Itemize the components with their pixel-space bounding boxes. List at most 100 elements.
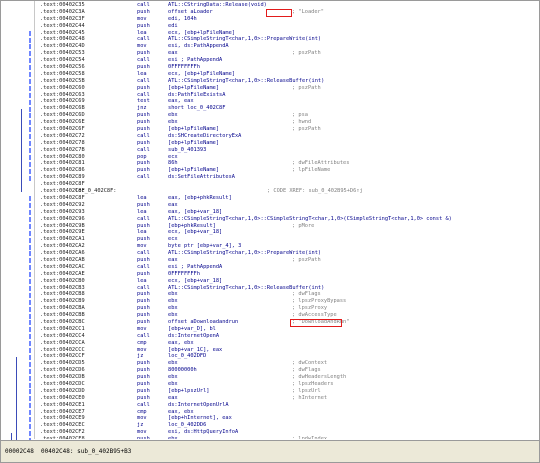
breakpoint-marker[interactable] bbox=[29, 51, 31, 57]
breakpoint-marker[interactable] bbox=[29, 237, 31, 243]
breakpoint-marker[interactable] bbox=[29, 30, 31, 36]
operands[interactable]: ebx bbox=[168, 381, 178, 388]
breakpoint-marker[interactable] bbox=[29, 127, 31, 133]
listing-row[interactable]: .text:00402C56 push 0FFFFFFFFh bbox=[37, 64, 539, 71]
listing-row[interactable]: .text:00402C35 call ATL::CStringData::Rele… bbox=[37, 2, 539, 9]
operands[interactable]: offset aDownloadandrun bbox=[168, 319, 238, 326]
operands[interactable]: 0FFFFFFFFh bbox=[168, 64, 200, 71]
operands[interactable]: edi bbox=[168, 23, 178, 30]
operands[interactable]: [ebp+var_1C], eax bbox=[168, 347, 222, 354]
listing-row[interactable]: .text:00402C4D mov esi, ds:PathAppendA bbox=[37, 43, 539, 50]
operands[interactable]: [ebp+hInternet], eax bbox=[168, 415, 232, 422]
breakpoint-marker[interactable] bbox=[29, 251, 31, 257]
listing-row[interactable]: .text:00402CDD push [ebp+lpszUrl] ; lpszUrl bbox=[37, 388, 539, 395]
listing-row[interactable]: .text:00402CE7 cmp eax, ebx bbox=[37, 409, 539, 416]
breakpoint-marker[interactable] bbox=[29, 230, 31, 236]
operands[interactable]: eax, [ebp+phkResult] bbox=[168, 195, 232, 202]
listing-row[interactable]: .text:00402CEC jz loc_0_402DD6 bbox=[37, 422, 539, 429]
operands[interactable]: [ebp+lpFileName] bbox=[168, 85, 219, 92]
listing-row[interactable]: .text:00402CBB push ebx ; dwAccessType bbox=[37, 312, 539, 319]
listing-row[interactable]: .text:00402CB9 push ebx ; lpszProxyBypass bbox=[37, 298, 539, 305]
operands[interactable]: ebx bbox=[168, 291, 178, 298]
operands[interactable]: ATL::CSimpleStringT<char,1,0>::CSimpleSt… bbox=[168, 216, 452, 223]
operands[interactable]: eax, ebx bbox=[168, 340, 194, 347]
operands[interactable]: 80000000h bbox=[168, 367, 197, 374]
breakpoint-marker[interactable] bbox=[29, 341, 31, 347]
listing-row[interactable]: .text:00402C78 push [ebp+lpFileName] bbox=[37, 140, 539, 147]
listing-row[interactable]: .text:00402C45 lea ecx, [ebp+lpFileName] bbox=[37, 30, 539, 37]
listing-row[interactable]: .text:00402C80 pop ecx bbox=[37, 154, 539, 161]
listing-row[interactable]: .text:00402CB8 push ebx ; dwFlags bbox=[37, 291, 539, 298]
breakpoint-marker[interactable] bbox=[29, 85, 31, 91]
operands[interactable]: [ebp+phkResult] bbox=[168, 223, 216, 230]
disassembly-listing[interactable]: .text:00402C35 call ATL::CStringData::Rele… bbox=[37, 2, 539, 439]
breakpoint-marker[interactable] bbox=[29, 92, 31, 98]
operands[interactable]: ATL::CSimpleStringT<char,1,0>::PrepareWr… bbox=[168, 36, 321, 43]
listing-row[interactable]: .text:00402C96 call ATL::CSimpleStringT<ch… bbox=[37, 216, 539, 223]
listing-row[interactable]: .text:00402C81 push 86h ; dwFileAttributes bbox=[37, 160, 539, 167]
operands[interactable]: eax, ebx bbox=[168, 409, 194, 416]
breakpoint-marker[interactable] bbox=[29, 410, 31, 416]
breakpoint-marker[interactable] bbox=[29, 65, 31, 71]
listing-row[interactable]: .text:00402CA1 push ecx bbox=[37, 236, 539, 243]
listing-row[interactable]: .text:00402C60 push [ebp+lpFileName] ; pszP… bbox=[37, 85, 539, 92]
operands[interactable]: [ebp+var_D], bl bbox=[168, 326, 216, 333]
operands[interactable]: ebx bbox=[168, 436, 178, 439]
listing-row[interactable]: .text:00402CB3 call ATL::CSimpleStringT<ch… bbox=[37, 285, 539, 292]
breakpoint-marker[interactable] bbox=[29, 168, 31, 174]
breakpoint-marker[interactable] bbox=[29, 320, 31, 326]
operands[interactable]: 86h bbox=[168, 160, 178, 167]
breakpoint-marker[interactable] bbox=[29, 37, 31, 43]
breakpoint-marker[interactable] bbox=[29, 285, 31, 291]
operands[interactable]: ds:SHCreateDirectoryExA bbox=[168, 133, 241, 140]
breakpoint-marker[interactable] bbox=[29, 134, 31, 140]
breakpoint-marker[interactable] bbox=[29, 147, 31, 153]
operands[interactable]: eax bbox=[168, 395, 178, 402]
listing-row[interactable]: .text:00402C6F push [ebp+lpFileName] ; pszP… bbox=[37, 126, 539, 133]
listing-row[interactable]: .text:00402C72 call ds:SHCreateDirectoryEx… bbox=[37, 133, 539, 140]
operands[interactable]: [ebp+lpFileName] bbox=[168, 126, 219, 133]
breakpoint-marker[interactable] bbox=[29, 258, 31, 264]
operands[interactable]: ds:SetFileAttributesA bbox=[168, 174, 235, 181]
breakpoint-marker[interactable] bbox=[29, 354, 31, 360]
breakpoint-marker[interactable] bbox=[29, 99, 31, 105]
operands[interactable]: ATL::CSimpleStringT<char,1,0>::ReleaseBu… bbox=[168, 78, 324, 85]
breakpoint-marker[interactable] bbox=[29, 403, 31, 409]
breakpoint-marker[interactable] bbox=[29, 417, 31, 422]
breakpoint-marker[interactable] bbox=[29, 348, 31, 353]
breakpoint-marker[interactable] bbox=[29, 423, 31, 429]
listing-row[interactable]: .text:00402CE9 mov [ebp+hInternet], eax bbox=[37, 415, 539, 422]
breakpoint-marker[interactable] bbox=[29, 106, 31, 112]
listing-row[interactable]: .text:00402CC1 mov [ebp+var_D], bl bbox=[37, 326, 539, 333]
operands[interactable]: ecx, [ebp+lpFileName] bbox=[168, 71, 235, 78]
operands[interactable]: byte ptr [ebp+var_4], 3 bbox=[168, 243, 241, 250]
breakpoint-marker[interactable] bbox=[29, 299, 31, 305]
operands[interactable]: eax, [ebp+var_18] bbox=[168, 209, 222, 216]
breakpoint-marker[interactable] bbox=[29, 334, 31, 340]
breakpoint-marker[interactable] bbox=[29, 430, 31, 436]
operands[interactable]: eax bbox=[168, 202, 178, 209]
listing-row[interactable]: .text:00402C86 push [ebp+lpFileName] ; lpFi… bbox=[37, 167, 539, 174]
breakpoint-marker[interactable] bbox=[29, 161, 31, 167]
operands[interactable]: loc_0_402DFD bbox=[168, 353, 206, 360]
operands[interactable]: [ebp+lpFileName] bbox=[168, 140, 219, 147]
listing-row[interactable]: .text:00402CCC mov [ebp+var_1C], eax bbox=[37, 347, 539, 354]
operands[interactable]: ebx bbox=[168, 298, 178, 305]
breakpoint-marker[interactable] bbox=[29, 72, 31, 77]
operands[interactable]: ebx bbox=[168, 119, 178, 126]
operands[interactable]: esi, ds:PathAppendA bbox=[168, 43, 229, 50]
listing-row[interactable]: .text:00402CAE push 0FFFFFFFFh bbox=[37, 271, 539, 278]
listing-row[interactable]: .text:00402CB0 lea ecx, [ebp+var_18] bbox=[37, 278, 539, 285]
listing-row[interactable]: .text:00402C8F lea eax, [ebp+phkResult] bbox=[37, 195, 539, 202]
operands[interactable]: ebx bbox=[168, 312, 178, 319]
operands[interactable]: ds:InternetOpenUrlA bbox=[168, 402, 229, 409]
listing-row[interactable]: .text:00402C93 lea eax, [ebp+var_18] bbox=[37, 209, 539, 216]
listing-row[interactable]: .text:00402C6D push ebx ; psa bbox=[37, 112, 539, 119]
listing-row[interactable]: .text:00402C58 lea ecx, [ebp+lpFileName] bbox=[37, 71, 539, 78]
operands[interactable]: short loc_0_402C8F bbox=[168, 105, 225, 112]
operands[interactable]: eax, eax bbox=[168, 98, 194, 105]
operands[interactable]: edi, 104h bbox=[168, 16, 197, 23]
operands[interactable]: ds:InternetOpenA bbox=[168, 333, 219, 340]
breakpoint-marker[interactable] bbox=[29, 313, 31, 319]
listing-row[interactable]: .text:00402CA2 mov byte ptr [ebp+var_4], 3 bbox=[37, 243, 539, 250]
